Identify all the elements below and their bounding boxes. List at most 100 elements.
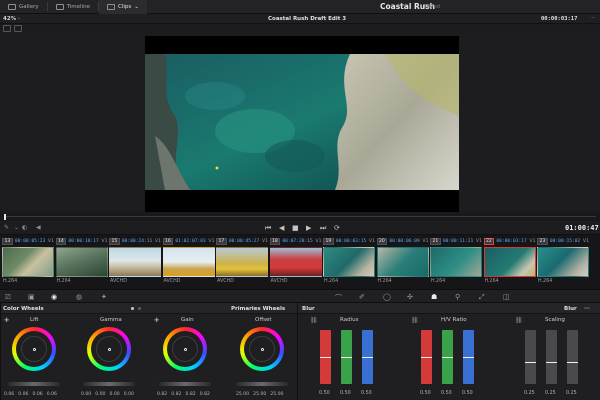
link-icon[interactable]: ⛓ (411, 317, 419, 324)
slider-handle[interactable] (421, 357, 432, 358)
clip-thumbnail[interactable]: 15 00:00:24:11 V1 AVCHD (109, 237, 161, 287)
sizing-icon[interactable]: ⤢ (479, 293, 485, 302)
link-icon[interactable]: ⛓ (310, 317, 318, 324)
slider-value[interactable]: 0.25 (545, 391, 556, 396)
value[interactable]: 0.82 (185, 392, 195, 397)
blur-slider[interactable] (362, 330, 373, 384)
camera-raw-icon[interactable]: ⎚ (5, 293, 11, 302)
clip-thumbnail[interactable]: 22 00:00:03:17 V1 H.264 (483, 237, 536, 287)
clip-image[interactable] (376, 247, 429, 277)
loop-button[interactable]: ⟳ (334, 223, 340, 233)
clip-image[interactable] (269, 247, 322, 277)
offset-master-slider[interactable] (236, 382, 288, 386)
slider-handle[interactable] (463, 357, 474, 358)
window-icon[interactable]: ◯ (383, 293, 391, 301)
qualifier-icon[interactable]: ✐ (359, 293, 365, 301)
highlight-icon[interactable]: ◐ (22, 224, 27, 231)
value[interactable]: 25.00 (253, 392, 266, 397)
link-icon[interactable]: ⛓ (515, 317, 523, 324)
wheel-handle[interactable] (260, 347, 264, 351)
value[interactable]: 0.82 (171, 392, 181, 397)
value[interactable]: 0.00 (109, 392, 119, 397)
slider-handle[interactable] (546, 362, 557, 364)
slider-handle[interactable] (442, 357, 453, 358)
clip-thumbnail[interactable]: 13 00:00:05:23 V1 H.264 (2, 237, 54, 287)
more-options-icon[interactable]: ⋯ (590, 15, 595, 21)
lift-master-slider[interactable] (8, 382, 60, 386)
motion-effects-icon[interactable]: ✦ (101, 293, 107, 301)
chevron-down-icon[interactable]: ⌄ (17, 15, 21, 21)
image-wipe-icon[interactable] (3, 25, 11, 32)
slider-value[interactable]: 0.50 (340, 391, 351, 396)
blur-icon[interactable]: ☗ (431, 293, 437, 301)
step-back-button[interactable]: ◀ (279, 223, 284, 233)
clip-image[interactable] (537, 247, 589, 277)
tab-gallery[interactable]: Gallery (0, 0, 47, 14)
wheels-mode-select[interactable]: Primaries Wheels (231, 306, 285, 312)
3d-icon[interactable]: ◫ (503, 293, 510, 301)
clip-thumbnail[interactable]: 23 00:00:15:02 V1 H.264 (537, 237, 589, 287)
lift-wheel[interactable] (12, 327, 56, 371)
color-match-icon[interactable]: ▣ (28, 293, 35, 301)
value[interactable]: 0.06 (18, 392, 28, 397)
split-screen-icon[interactable] (14, 25, 22, 32)
viewer-scrubber[interactable] (0, 213, 600, 221)
slider-handle[interactable] (567, 362, 578, 364)
playhead[interactable] (4, 214, 6, 220)
stop-button[interactable]: ■ (292, 223, 299, 233)
gain-master-slider[interactable] (159, 382, 211, 386)
clip-image[interactable] (2, 247, 54, 277)
clip-image[interactable] (430, 247, 482, 277)
tab-timeline[interactable]: Timeline (48, 0, 98, 14)
key-icon[interactable]: ⚲ (455, 293, 460, 301)
slider-handle[interactable] (341, 357, 352, 358)
blur-slider[interactable] (525, 330, 536, 384)
more-options-icon[interactable]: ⋯ (584, 306, 590, 312)
clip-image[interactable] (109, 247, 161, 277)
blur-slider[interactable] (421, 330, 432, 384)
blur-slider[interactable] (567, 330, 578, 384)
rgb-mixer-icon[interactable]: ◍ (76, 293, 82, 301)
clip-image[interactable] (162, 247, 215, 277)
value[interactable]: 0.06 (47, 392, 57, 397)
gamma-wheel[interactable] (87, 327, 131, 371)
clip-image[interactable] (323, 247, 375, 277)
timeline-name[interactable]: Coastal Rush Draft Edit 3 (268, 16, 346, 22)
audio-icon[interactable]: ◀ (36, 224, 41, 231)
value[interactable]: 0.82 (157, 392, 167, 397)
wheel-handle[interactable] (183, 347, 187, 351)
gain-wheel[interactable] (163, 327, 207, 371)
slider-value[interactable]: 0.50 (361, 391, 372, 396)
slider-value[interactable]: 0.50 (420, 391, 431, 396)
gamma-master-slider[interactable] (83, 382, 135, 386)
picker-icon[interactable]: ✚ (154, 317, 159, 324)
wheel-handle[interactable] (107, 347, 111, 351)
skip-to-start-button[interactable]: ⏮ (265, 223, 271, 233)
clip-image[interactable] (216, 247, 268, 277)
slider-value[interactable]: 0.25 (566, 391, 577, 396)
clip-thumbnail[interactable]: 14 00:00:18:17 V1 H.264 (55, 237, 108, 287)
blur-slider[interactable] (463, 330, 474, 384)
zoom-level[interactable]: 42% (3, 16, 16, 22)
play-button[interactable]: ▶ (306, 223, 311, 233)
blur-mode-select[interactable]: Blur (564, 306, 577, 312)
page-dot[interactable] (138, 307, 141, 310)
color-picker-icon[interactable]: ✎ (4, 224, 9, 231)
slider-value[interactable]: 0.50 (462, 391, 473, 396)
clip-thumbnail[interactable]: 17 00:00:45:27 V1 AVCHD (216, 237, 268, 287)
slider-value[interactable]: 0.25 (524, 391, 535, 396)
slider-handle[interactable] (320, 357, 331, 358)
clip-thumbnail[interactable]: 16 01:02:07:03 V1 AVCHD (162, 237, 215, 287)
value[interactable]: 25.00 (236, 392, 249, 397)
slider-handle[interactable] (525, 362, 536, 364)
clip-image[interactable] (55, 247, 108, 277)
blur-slider[interactable] (442, 330, 453, 384)
offset-wheel[interactable] (240, 327, 284, 371)
slider-value[interactable]: 0.50 (319, 391, 330, 396)
curves-icon[interactable]: ⌒ (335, 293, 342, 303)
tab-clips[interactable]: Clips ⌄ (98, 0, 147, 14)
chevron-down-icon[interactable]: ⌄ (134, 4, 139, 10)
chevron-down-icon[interactable]: ⌄ (330, 15, 334, 21)
clip-thumbnail[interactable]: 18 00:07:28:15 V1 AVCHD (269, 237, 322, 287)
value[interactable]: 0.00 (81, 392, 91, 397)
